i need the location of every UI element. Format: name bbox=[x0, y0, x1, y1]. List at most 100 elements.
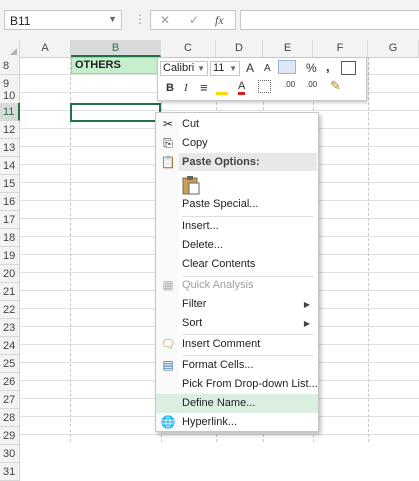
bold-icon[interactable]: B bbox=[166, 82, 174, 94]
column-header-e[interactable]: E bbox=[263, 40, 313, 57]
row-header[interactable]: 18 bbox=[0, 229, 20, 247]
menu-item-label: Insert... bbox=[182, 220, 219, 232]
fill-color-icon[interactable] bbox=[216, 80, 228, 95]
menu-item-label: Quick Analysis bbox=[182, 279, 254, 291]
comment-icon: 🗨 bbox=[160, 337, 176, 351]
menu-item-sort[interactable]: Sort ▶ bbox=[156, 314, 318, 333]
row-header[interactable]: 22 bbox=[0, 301, 20, 319]
menu-item-label: Define Name... bbox=[182, 397, 256, 409]
font-name-select[interactable]: Calibri ▼ bbox=[160, 61, 208, 76]
column-header-a[interactable]: A bbox=[20, 40, 71, 57]
row-header[interactable]: 19 bbox=[0, 247, 20, 265]
menu-item-insert-comment[interactable]: 🗨 Insert Comment bbox=[156, 335, 318, 354]
column-header-g[interactable]: G bbox=[368, 40, 419, 57]
shrink-font-icon[interactable]: A bbox=[264, 63, 271, 74]
menu-item-delete[interactable]: Delete... bbox=[156, 236, 318, 255]
scissors-icon: ✂ bbox=[162, 117, 174, 131]
row-header[interactable]: 17 bbox=[0, 211, 20, 229]
column-header-f[interactable]: F bbox=[313, 40, 368, 57]
menu-item-label: Hyperlink... bbox=[182, 416, 238, 428]
grip-icon: ⋮ bbox=[134, 12, 146, 26]
clipboard-paste-icon bbox=[182, 176, 200, 195]
menu-item-pick-from-list[interactable]: Pick From Drop-down List... bbox=[156, 375, 318, 394]
context-menu: ✂ Cut ⎘ Copy Paste Options: 📋 Paste Spec… bbox=[155, 112, 319, 432]
menu-item-copy[interactable]: ⎘ Copy bbox=[156, 134, 318, 153]
menu-item-label: Format Cells... bbox=[182, 359, 254, 371]
chevron-down-icon[interactable]: ▼ bbox=[108, 14, 117, 24]
align-center-icon[interactable]: ≡ bbox=[200, 80, 208, 95]
formula-bar: B11 ▼ ⋮ ✕ ✓ fx bbox=[0, 0, 419, 41]
row-header[interactable]: 13 bbox=[0, 139, 20, 157]
row-header-selected[interactable]: 11 bbox=[0, 103, 20, 121]
menu-item-insert[interactable]: Insert... bbox=[156, 217, 318, 236]
menu-item-label: Delete... bbox=[182, 239, 223, 251]
menu-item-label: Cut bbox=[182, 118, 200, 130]
select-all-button[interactable] bbox=[0, 40, 20, 57]
increase-decimal-icon[interactable]: .00 bbox=[284, 80, 295, 89]
paste-button[interactable] bbox=[182, 175, 200, 195]
row-header[interactable]: 21 bbox=[0, 283, 20, 301]
font-color-icon[interactable]: A bbox=[238, 80, 246, 95]
font-size-value: 11 bbox=[213, 62, 225, 74]
row-header[interactable]: 8 bbox=[0, 57, 20, 75]
row-header[interactable]: 14 bbox=[0, 157, 20, 175]
row-header[interactable]: 12 bbox=[0, 121, 20, 139]
row-header[interactable]: 31 bbox=[0, 463, 20, 481]
formula-input[interactable] bbox=[240, 10, 419, 30]
name-box-value: B11 bbox=[10, 14, 31, 28]
paste-options-header: Paste Options: bbox=[179, 153, 317, 171]
submenu-arrow-icon: ▶ bbox=[303, 319, 310, 328]
menu-item-cut[interactable]: ✂ Cut bbox=[156, 115, 318, 134]
row-header[interactable]: 27 bbox=[0, 391, 20, 409]
grow-font-icon[interactable]: A bbox=[246, 61, 254, 75]
quick-analysis-icon: ▦ bbox=[162, 278, 174, 292]
paste-options-label: Paste Options: bbox=[182, 156, 260, 168]
row-header[interactable]: 25 bbox=[0, 355, 20, 373]
row-header[interactable]: 28 bbox=[0, 409, 20, 427]
menu-item-define-name[interactable]: Define Name... bbox=[156, 394, 318, 413]
column-header-c[interactable]: C bbox=[161, 40, 216, 57]
row-header[interactable]: 24 bbox=[0, 337, 20, 355]
format-cells-icon: ▤ bbox=[162, 358, 174, 372]
accounting-format-icon[interactable] bbox=[278, 60, 296, 74]
copy-icon: ⎘ bbox=[163, 136, 173, 150]
row-header[interactable]: 29 bbox=[0, 427, 20, 445]
format-table-icon[interactable] bbox=[341, 61, 356, 75]
globe-link-icon: 🌐 bbox=[160, 415, 176, 429]
menu-item-filter[interactable]: Filter ▶ bbox=[156, 295, 318, 314]
italic-icon[interactable]: I bbox=[184, 82, 188, 94]
row-header[interactable]: 15 bbox=[0, 175, 20, 193]
menu-item-label: Filter bbox=[182, 298, 207, 310]
menu-item-format-cells[interactable]: ▤ Format Cells... bbox=[156, 356, 318, 375]
comma-style-icon[interactable]: , bbox=[326, 59, 330, 74]
name-box[interactable]: B11 ▼ bbox=[4, 10, 122, 30]
menu-item-clear-contents[interactable]: Clear Contents bbox=[156, 255, 318, 274]
font-size-select[interactable]: 11 ▼ bbox=[210, 61, 240, 76]
cancel-icon[interactable]: ✕ bbox=[160, 13, 170, 27]
row-header[interactable]: 20 bbox=[0, 265, 20, 283]
borders-icon[interactable] bbox=[258, 80, 271, 93]
enter-icon[interactable]: ✓ bbox=[189, 13, 199, 27]
active-cell[interactable] bbox=[70, 103, 161, 122]
clipboard-icon: 📋 bbox=[160, 155, 176, 169]
menu-item-paste-special[interactable]: Paste Special... bbox=[156, 195, 318, 214]
percent-style-icon[interactable]: % bbox=[306, 61, 317, 75]
format-painter-icon[interactable]: ✎ bbox=[330, 78, 341, 94]
decrease-decimal-icon[interactable]: .00 bbox=[306, 80, 317, 89]
column-header-bar: A B C D E F G bbox=[0, 40, 419, 58]
menu-item-hyperlink[interactable]: 🌐 Hyperlink... bbox=[156, 413, 318, 432]
menu-item-label: Clear Contents bbox=[182, 258, 256, 270]
gridline bbox=[368, 57, 369, 442]
column-header-d[interactable]: D bbox=[216, 40, 263, 57]
cell-b8[interactable]: OTHERS bbox=[71, 57, 160, 74]
row-header[interactable]: 23 bbox=[0, 319, 20, 337]
insert-function-icon[interactable]: fx bbox=[215, 13, 224, 28]
menu-item-quick-analysis: ▦ Quick Analysis bbox=[156, 276, 318, 295]
column-header-b[interactable]: B bbox=[71, 40, 161, 57]
row-header[interactable]: 16 bbox=[0, 193, 20, 211]
row-header[interactable]: 26 bbox=[0, 373, 20, 391]
row-header[interactable]: 30 bbox=[0, 445, 20, 463]
menu-item-label: Sort bbox=[182, 317, 203, 329]
chevron-down-icon: ▼ bbox=[229, 64, 237, 73]
menu-item-label: Insert Comment bbox=[182, 338, 261, 350]
